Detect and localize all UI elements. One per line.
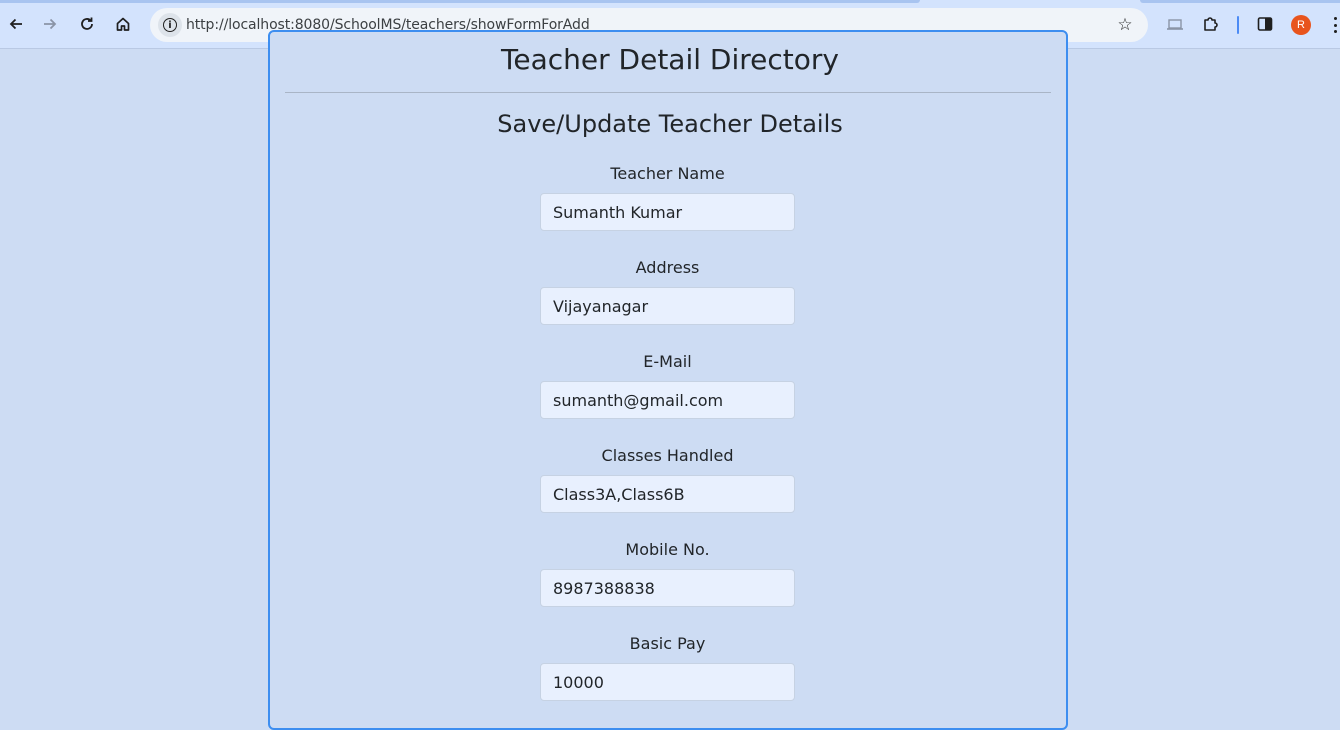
mobile-input[interactable]	[540, 569, 795, 607]
form-title: Save/Update Teacher Details	[497, 110, 843, 138]
teacher-name-input[interactable]	[540, 193, 795, 231]
cast-button[interactable]	[1163, 12, 1187, 36]
email-input[interactable]	[540, 381, 795, 419]
email-label: E-Mail	[643, 352, 692, 371]
info-icon: i	[163, 18, 177, 32]
arrow-left-icon	[9, 18, 22, 30]
address-input[interactable]	[540, 287, 795, 325]
site-info-button[interactable]: i	[158, 13, 182, 37]
page-title: Teacher Detail Directory	[501, 43, 839, 76]
tab-strip	[0, 0, 920, 3]
tab-strip-right	[1140, 0, 1340, 3]
side-panel-icon	[1257, 17, 1273, 31]
bookmark-star-icon[interactable]: ☆	[1113, 13, 1137, 37]
reload-icon	[81, 17, 93, 30]
extensions-button[interactable]	[1199, 12, 1223, 36]
arrow-right-icon	[44, 18, 57, 30]
home-button[interactable]	[111, 12, 135, 36]
teacher-name-label: Teacher Name	[610, 164, 725, 183]
reload-button[interactable]	[75, 12, 99, 36]
classes-handled-label: Classes Handled	[601, 446, 734, 465]
profile-avatar[interactable]: R	[1291, 15, 1311, 35]
laptop-icon	[1167, 19, 1183, 30]
classes-handled-input[interactable]	[540, 475, 795, 513]
back-button[interactable]	[4, 12, 28, 36]
forward-button[interactable]	[38, 12, 62, 36]
address-label: Address	[635, 258, 700, 277]
more-menu-icon[interactable]	[1330, 14, 1340, 36]
side-panel-button[interactable]	[1253, 12, 1277, 36]
puzzle-icon	[1204, 17, 1218, 31]
basic-pay-input[interactable]	[540, 663, 795, 701]
toolbar-separator	[1237, 16, 1239, 34]
basic-pay-label: Basic Pay	[629, 634, 706, 653]
divider	[285, 92, 1051, 93]
home-icon	[116, 17, 130, 31]
mobile-label: Mobile No.	[625, 540, 710, 559]
